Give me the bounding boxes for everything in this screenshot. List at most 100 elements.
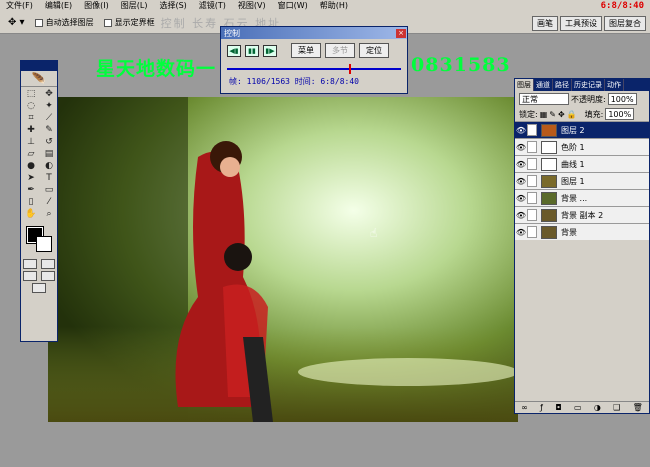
eye-icon[interactable]: 👁 [515, 194, 527, 203]
layer-row[interactable]: 👁 背景 [515, 223, 649, 240]
layer-row[interactable]: 👁 曲线 1 [515, 155, 649, 172]
path-select-icon[interactable]: ➤ [22, 172, 40, 184]
tab-tool-presets[interactable]: 工具预设 [560, 16, 602, 31]
standard-mode-button[interactable] [23, 259, 37, 269]
palette-well: 画笔 工具预设 图层复合 [532, 16, 646, 31]
layer-row[interactable]: 👁 图层 2 [515, 121, 649, 138]
jump-to-imageready-button[interactable] [32, 283, 46, 293]
magic-wand-icon[interactable]: ✦ [40, 100, 58, 112]
lock-pixels-icon[interactable]: ✎ [549, 110, 556, 119]
add-mask-icon[interactable]: ◘ [555, 403, 561, 412]
layer-style-icon[interactable]: ƒ [540, 403, 543, 412]
menu-filter[interactable]: 滤镜(T) [193, 0, 232, 12]
healing-brush-icon[interactable]: ✚ [22, 124, 40, 136]
link-toggle[interactable] [527, 226, 537, 238]
eyedropper-icon[interactable]: ⁄ [40, 196, 58, 208]
brush-icon[interactable]: ✎ [40, 124, 58, 136]
menu-file[interactable]: 文件(F) [0, 0, 39, 12]
eye-icon[interactable]: 👁 [515, 228, 527, 237]
tab-layer-comps[interactable]: 图层复合 [604, 16, 646, 31]
link-layers-icon[interactable]: ∞ [521, 403, 528, 412]
link-toggle[interactable] [527, 141, 537, 153]
background-color-swatch[interactable] [36, 236, 52, 252]
link-toggle[interactable] [527, 175, 537, 187]
skip-back-icon[interactable]: ◀▮ [227, 44, 241, 57]
lock-transparency-icon[interactable]: ▦ [540, 110, 548, 119]
layer-row[interactable]: 👁 背景 副本 2 [515, 206, 649, 223]
menu-layer[interactable]: 图层(L) [115, 0, 154, 12]
toolbox-titlebar[interactable] [21, 61, 57, 71]
menu-select[interactable]: 选择(S) [153, 0, 192, 12]
opacity-input[interactable]: 100% [607, 93, 637, 105]
document-canvas[interactable] [48, 97, 518, 422]
menu-image[interactable]: 图像(I) [78, 0, 115, 12]
hand-icon[interactable]: ✋ [22, 208, 40, 220]
move-arrow-icon[interactable]: ✥ ▾ [8, 17, 25, 28]
crop-icon[interactable]: ⌗ [22, 112, 40, 124]
link-toggle[interactable] [527, 124, 537, 136]
move-icon[interactable]: ✥ [40, 88, 58, 100]
lock-all-icon[interactable]: 🔒 [567, 110, 577, 119]
show-bounds-checkbox[interactable] [103, 18, 112, 27]
quick-mask-button[interactable] [41, 259, 55, 269]
screen-mode-standard-button[interactable] [23, 271, 37, 281]
tab-history[interactable]: 历史记录 [572, 79, 605, 91]
skip-forward-icon[interactable]: ▮▶ [263, 44, 277, 57]
gradient-icon[interactable]: ▤ [40, 148, 58, 160]
blend-mode-select[interactable]: 正常 [519, 93, 569, 105]
progress-handle[interactable] [348, 64, 351, 74]
tab-actions[interactable]: 动作 [605, 79, 624, 91]
link-toggle[interactable] [527, 192, 537, 204]
layer-row[interactable]: 👁 背景 ... [515, 189, 649, 206]
progress-track [227, 68, 401, 70]
type-icon[interactable]: T [40, 172, 58, 184]
adjustment-layer-icon[interactable]: ◑ [594, 403, 601, 412]
dodge-icon[interactable]: ◐ [40, 160, 58, 172]
link-toggle[interactable] [527, 209, 537, 221]
close-icon[interactable]: × [396, 28, 406, 38]
link-toggle[interactable] [527, 158, 537, 170]
tab-layers[interactable]: 图层 [515, 79, 534, 91]
slice-icon[interactable]: ⟋ [40, 112, 58, 124]
history-brush-icon[interactable]: ↺ [40, 136, 58, 148]
eye-icon[interactable]: 👁 [515, 177, 527, 186]
lasso-icon[interactable]: ◌ [22, 100, 40, 112]
layer-row[interactable]: 👁 色阶 1 [515, 138, 649, 155]
marquee-icon[interactable]: ⬚ [22, 88, 40, 100]
chapter-button[interactable]: 多节 [325, 43, 355, 58]
new-set-icon[interactable]: ▭ [574, 403, 582, 412]
eye-icon[interactable]: 👁 [515, 143, 527, 152]
fill-input[interactable]: 100% [605, 108, 635, 120]
zoom-icon[interactable]: ⌕ [40, 208, 58, 220]
shape-icon[interactable]: ▭ [40, 184, 58, 196]
new-layer-icon[interactable]: ❑ [613, 403, 620, 412]
eye-icon[interactable]: 👁 [515, 211, 527, 220]
menu-edit[interactable]: 编辑(E) [39, 0, 78, 12]
locate-button[interactable]: 定位 [359, 43, 389, 58]
lock-position-icon[interactable]: ✥ [558, 110, 565, 119]
progress-slider[interactable] [227, 64, 401, 74]
pause-icon[interactable]: ▮▮ [245, 44, 259, 57]
menu-button[interactable]: 菜单 [291, 43, 321, 58]
menu-view[interactable]: 视图(V) [232, 0, 272, 12]
tab-channels[interactable]: 通道 [534, 79, 553, 91]
eye-icon[interactable]: 👁 [515, 126, 527, 135]
tab-brushes[interactable]: 画笔 [532, 16, 558, 31]
menu-window[interactable]: 窗口(W) [272, 0, 314, 12]
menu-help[interactable]: 帮助(H) [314, 0, 354, 12]
blur-icon[interactable]: ● [22, 160, 40, 172]
trash-icon[interactable]: 🗑 [633, 403, 643, 412]
control-titlebar[interactable]: 控制 × [221, 27, 407, 39]
layer-row[interactable]: 👁 图层 1 [515, 172, 649, 189]
screen-mode-full-button[interactable] [41, 271, 55, 281]
notes-icon[interactable]: ▯ [22, 196, 40, 208]
auto-select-checkbox[interactable] [34, 18, 43, 27]
eraser-icon[interactable]: ▱ [22, 148, 40, 160]
tab-paths[interactable]: 路径 [553, 79, 572, 91]
pen-icon[interactable]: ✒ [22, 184, 40, 196]
layer-thumbnail [541, 174, 557, 188]
eye-icon[interactable]: 👁 [515, 160, 527, 169]
layer-thumbnail [541, 123, 557, 137]
clone-stamp-icon[interactable]: ⊥ [22, 136, 40, 148]
hand-cursor-icon: ☝ [370, 226, 378, 240]
